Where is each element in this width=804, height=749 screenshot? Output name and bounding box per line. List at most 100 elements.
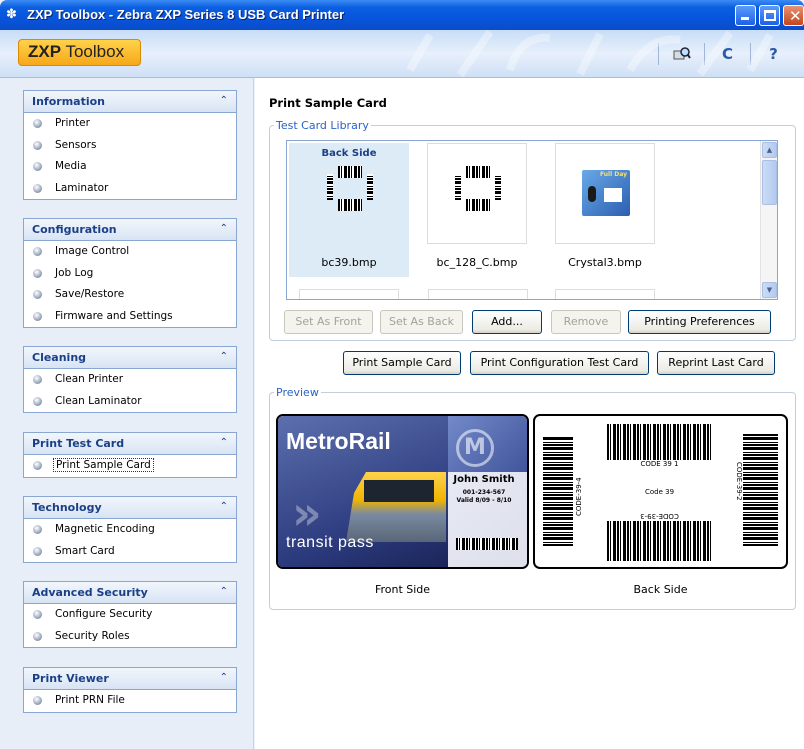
thumb-caption: Back Side [321,148,377,159]
sidebar-item-smart-card[interactable]: Smart Card [24,541,236,563]
code-bottom-label: CODE-39-3 [640,512,679,520]
sidebar-item-print-prn-file[interactable]: Print PRN File [24,690,236,712]
window-title: ZXP Toolbox - Zebra ZXP Series 8 USB Car… [27,7,345,22]
scroll-thumb[interactable] [762,160,777,205]
remove-button[interactable]: Remove [551,310,621,334]
bullet-icon [33,525,42,534]
barcode-left [543,436,573,546]
back-card-preview: CODE 39 1 Code 39 CODE-39-3 CODE-39-4 CO… [533,414,788,569]
sidebar-item-laminator[interactable]: Laminator [24,178,236,200]
add-button[interactable]: Add... [472,310,542,334]
bullet-icon [33,247,42,256]
collapse-chevron-icon[interactable]: ⌃ [220,586,228,597]
sidebar-item-configure-security[interactable]: Configure Security [24,604,236,626]
card-info-area [448,472,527,567]
thumb-crystal3[interactable]: Full Day Crystal3.bmp [545,143,665,277]
sidebar-item-clean-laminator[interactable]: Clean Laminator [24,391,236,413]
bullet-icon [33,696,42,705]
app-icon: ✽ [6,7,17,22]
scroll-up-icon[interactable]: ▲ [762,142,777,158]
minimize-button[interactable] [735,5,756,26]
collapse-chevron-icon[interactable]: ⌃ [220,95,228,106]
bullet-icon [33,162,42,171]
code-right-label: CODE-39-2 [735,462,743,501]
sidebar-item-image-control[interactable]: Image Control [24,241,236,263]
reprint-last-card-button[interactable]: Reprint Last Card [657,351,775,375]
collapse-chevron-icon[interactable]: ⌃ [220,501,228,512]
barcode-graphic [327,174,333,200]
thumb-image: Back Side [299,143,399,244]
thumb-filename: Crystal3.bmp [568,256,642,269]
thumb-partial[interactable] [299,289,399,299]
code-top-label: CODE 39 1 [640,460,679,468]
thumb-filename: bc_128_C.bmp [436,256,518,269]
sidebar-item-printer[interactable]: Printer [24,113,236,135]
thumb-partial[interactable] [428,289,528,299]
printing-preferences-button[interactable]: Printing Preferences [628,310,771,334]
group-advanced-security: Advanced Security ⌃ Configure Security Se… [23,581,237,648]
set-as-back-button[interactable]: Set As Back [380,310,463,334]
group-header[interactable]: Advanced Security ⌃ [24,582,236,604]
collapse-chevron-icon[interactable]: ⌃ [220,351,228,362]
collapse-chevron-icon[interactable]: ⌃ [220,437,228,448]
thumb-bc128[interactable]: bc_128_C.bmp [417,143,537,277]
sidebar-item-job-log[interactable]: Job Log [24,263,236,285]
barcode-graphic [466,166,490,178]
header-decoration [406,30,774,78]
group-header[interactable]: Technology ⌃ [24,497,236,519]
group-header[interactable]: Print Viewer ⌃ [24,668,236,690]
sidebar-item-sensors[interactable]: Sensors [24,135,236,157]
group-header[interactable]: Cleaning ⌃ [24,347,236,369]
crystal-card-graphic: Full Day [582,170,630,216]
group-configuration: Configuration ⌃ Image Control Job Log Sav… [23,218,237,328]
barcode-graphic [455,174,461,200]
back-side-caption: Back Side [633,583,688,596]
group-cleaning: Cleaning ⌃ Clean Printer Clean Laminator [23,346,237,413]
print-sample-card-button[interactable]: Print Sample Card [343,351,461,375]
code-left-label: CODE-39-4 [575,477,583,516]
group-header[interactable]: Print Test Card ⌃ [24,433,236,455]
collapse-chevron-icon[interactable]: ⌃ [220,672,228,683]
train-window [364,480,434,502]
bullet-icon [33,183,42,193]
metro-logo-icon: M [456,429,494,467]
bullet-icon [33,461,42,470]
thumb-filename: bc39.bmp [321,256,377,269]
group-technology: Technology ⌃ Magnetic Encoding Smart Card [23,496,237,563]
thumb-image [427,143,527,244]
print-configuration-test-card-button[interactable]: Print Configuration Test Card [470,351,649,375]
bullet-icon [33,375,42,384]
barcode-graphic [338,166,362,178]
scroll-down-icon[interactable]: ▼ [762,282,777,298]
card-number: 001-234-567 [462,489,506,496]
sidebar-item-magnetic-encoding[interactable]: Magnetic Encoding [24,519,236,541]
thumb-partial[interactable] [555,289,655,299]
sidebar-item-firmware[interactable]: Firmware and Settings [24,306,236,328]
set-as-front-button[interactable]: Set As Front [284,310,373,334]
chevron-arrows-icon: » [292,486,322,540]
group-header[interactable]: Information ⌃ [24,91,236,113]
sidebar-item-print-sample-card[interactable]: Print Sample Card [24,455,236,477]
sidebar-item-security-roles[interactable]: Security Roles [24,626,236,648]
front-barcode [456,538,518,550]
front-side-caption: Front Side [374,583,431,596]
group-information: Information ⌃ Printer Sensors Media Lamin… [23,90,237,200]
test-card-list[interactable]: Back Side bc39.bmp bc_128_C.bmp Full Day… [286,140,778,300]
sidebar-item-save-restore[interactable]: Save/Restore [24,284,236,306]
barcode-right [743,434,778,546]
barcode-graphic [367,174,373,200]
bullet-icon [33,290,42,299]
thumb-bc39[interactable]: Back Side bc39.bmp [289,143,409,277]
group-header[interactable]: Configuration ⌃ [24,219,236,241]
list-scrollbar[interactable]: ▲ ▼ [760,141,777,299]
maximize-button[interactable] [759,5,780,26]
sidebar: Information ⌃ Printer Sensors Media Lamin… [0,78,254,749]
zxp-toolbox-logo: ZXP Toolbox [18,39,141,66]
cardholder-name: John Smith [453,474,515,485]
sidebar-item-clean-printer[interactable]: Clean Printer [24,369,236,391]
preview-legend: Preview [276,386,319,399]
sidebar-item-media[interactable]: Media [24,156,236,178]
bullet-icon [33,119,42,128]
close-button[interactable]: ✕ [783,5,804,26]
collapse-chevron-icon[interactable]: ⌃ [220,223,228,234]
